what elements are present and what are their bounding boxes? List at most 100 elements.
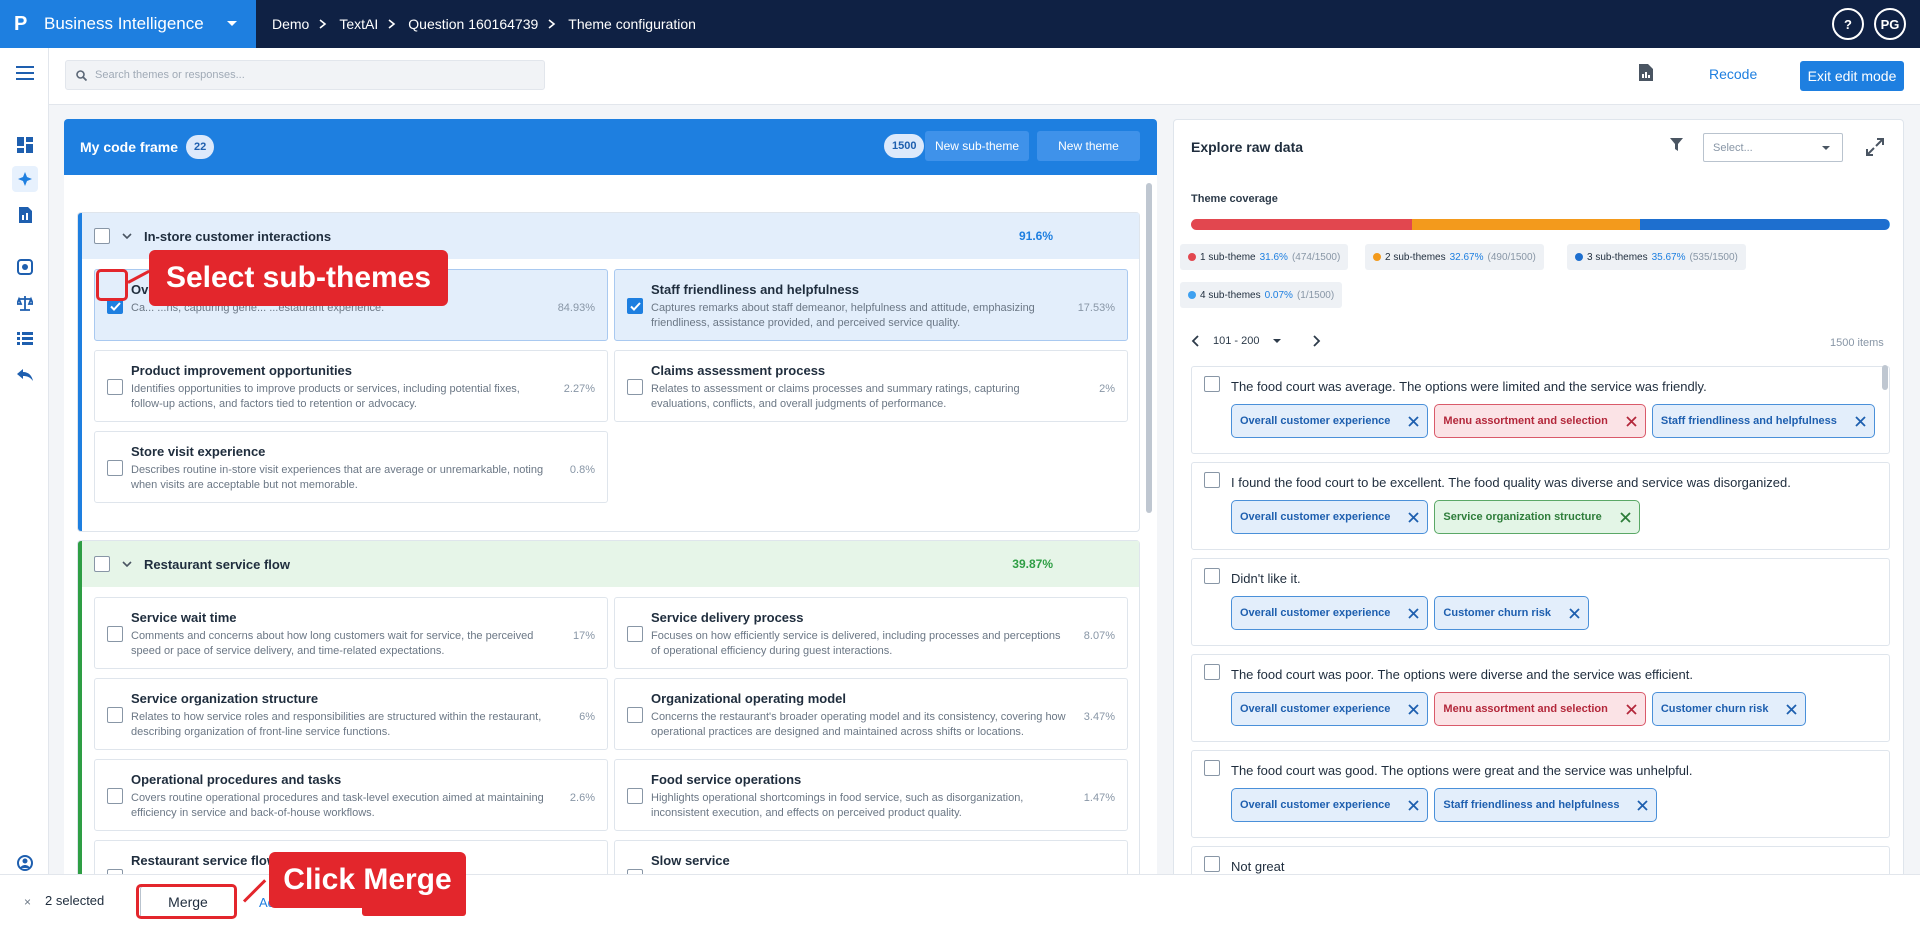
remove-tag-icon[interactable] [1408, 799, 1420, 811]
search-input[interactable]: Search themes or responses... [65, 60, 545, 90]
scrollbar[interactable] [1882, 365, 1888, 390]
remove-tag-icon[interactable] [1408, 511, 1420, 523]
remove-tag-icon[interactable] [1620, 511, 1631, 523]
scrollbar[interactable] [1146, 183, 1152, 513]
theme-tag[interactable]: Staff friendliness and helpfulness [1434, 788, 1658, 822]
subtheme-card[interactable]: Store visit experience Describes routine … [94, 431, 608, 503]
new-theme-button[interactable]: New theme [1037, 131, 1140, 161]
breadcrumb-item[interactable]: Question 160164739 [408, 16, 538, 32]
recode-button[interactable]: Recode [1709, 66, 1757, 82]
subtheme-checkbox[interactable] [627, 626, 643, 642]
text-ai-icon[interactable] [12, 166, 38, 192]
scale-icon[interactable] [12, 290, 38, 316]
subtheme-checkbox[interactable] [627, 707, 643, 723]
new-subtheme-button[interactable]: New sub-theme [925, 131, 1029, 161]
theme-tag[interactable]: Overall customer experience [1231, 596, 1429, 630]
subtheme-percentage: 0.8% [569, 464, 595, 476]
theme-checkbox[interactable] [94, 228, 110, 244]
theme-tag[interactable]: Overall customer experience [1231, 692, 1429, 726]
remove-tag-icon[interactable] [1626, 415, 1637, 427]
list-icon[interactable] [12, 326, 38, 352]
theme-tag[interactable]: Customer churn risk [1434, 596, 1590, 630]
theme-group: Restaurant service flow 39.87% Service wai… [78, 541, 1139, 879]
theme-checkbox[interactable] [94, 556, 110, 572]
subtheme-checkbox[interactable] [107, 379, 123, 395]
analysis-icon[interactable] [12, 254, 38, 280]
response-checkbox[interactable] [1204, 568, 1220, 584]
tag-label: Overall customer experience [1240, 799, 1391, 811]
theme-tag[interactable]: Menu assortment and selection [1434, 692, 1646, 726]
theme-tag[interactable]: Customer churn risk [1651, 692, 1807, 726]
legend-count: (535/1500) [1689, 251, 1738, 263]
remove-tag-icon[interactable] [1408, 415, 1420, 427]
theme-tag[interactable]: Menu assortment and selection [1434, 404, 1646, 438]
explore-panel: Explore raw data Select... Theme coverag… [1173, 119, 1904, 879]
breadcrumb-item[interactable]: Demo [272, 16, 309, 32]
report-icon[interactable] [12, 202, 38, 228]
theme-tag[interactable]: Service organization structure [1434, 500, 1640, 534]
response-checkbox[interactable] [1204, 664, 1220, 680]
help-icon[interactable]: ? [1832, 8, 1864, 40]
subtheme-card[interactable]: Service organization structure Relates to… [94, 678, 608, 750]
theme-header[interactable]: Restaurant service flow 39.87% [82, 541, 1139, 587]
subtheme-card[interactable]: Operational procedures and tasks Covers r… [94, 759, 608, 831]
expand-icon[interactable] [1866, 138, 1884, 156]
user-icon[interactable] [12, 850, 38, 876]
subtheme-card[interactable]: Food service operations Highlights operat… [614, 759, 1128, 831]
remove-tag-icon[interactable] [1637, 799, 1649, 811]
subtheme-card[interactable]: Claims assessment process Relates to asse… [614, 350, 1128, 422]
subtheme-checkbox[interactable] [627, 298, 643, 314]
dashboard-icon[interactable] [12, 132, 38, 158]
filter-icon[interactable] [1670, 138, 1683, 151]
remove-tag-icon[interactable] [1569, 607, 1580, 619]
remove-tag-icon[interactable] [1626, 703, 1637, 715]
theme-tag[interactable]: Overall customer experience [1231, 788, 1429, 822]
back-icon[interactable] [12, 362, 38, 388]
export-document-icon[interactable] [1639, 64, 1653, 81]
remove-tag-icon[interactable] [1408, 607, 1420, 619]
response-checkbox[interactable] [1204, 856, 1220, 872]
subtheme-description: Captures remarks about staff demeanor, h… [651, 302, 1035, 329]
legend-percentage: 32.67% [1449, 251, 1484, 263]
subtheme-checkbox[interactable] [107, 788, 123, 804]
caret-down-icon[interactable] [1273, 338, 1282, 344]
app-switcher[interactable]: P Business Intelligence [0, 0, 256, 48]
exit-edit-mode-button[interactable]: Exit edit mode [1800, 61, 1904, 91]
response-checkbox[interactable] [1204, 760, 1220, 776]
page-range[interactable]: 101 - 200 [1213, 335, 1259, 347]
response-checkbox[interactable] [1204, 472, 1220, 488]
chevron-down-icon[interactable] [122, 233, 132, 239]
theme-tag[interactable]: Overall customer experience [1231, 500, 1429, 534]
subtheme-card[interactable]: Service wait time Comments and concerns a… [94, 597, 608, 669]
subtheme-checkbox[interactable] [107, 707, 123, 723]
prev-page-icon[interactable] [1191, 335, 1199, 347]
coverage-segment [1640, 219, 1890, 230]
subtheme-title: Restaurant service flow [131, 853, 277, 868]
response-checkbox[interactable] [1204, 376, 1220, 392]
theme-tag[interactable]: Staff friendliness and helpfulness [1651, 404, 1875, 438]
tag-label: Overall customer experience [1240, 511, 1391, 523]
chevron-down-icon[interactable] [122, 561, 132, 567]
subtheme-card[interactable]: Product improvement opportunities Identif… [94, 350, 608, 422]
remove-tag-icon[interactable] [1408, 703, 1420, 715]
remove-tag-icon[interactable] [1786, 703, 1798, 715]
subtheme-description: Identifies opportunities to improve prod… [131, 383, 520, 410]
subtheme-card[interactable]: Service delivery process Focuses on how e… [614, 597, 1128, 669]
remove-tag-icon[interactable] [1855, 415, 1866, 427]
app-logo: P [14, 12, 28, 35]
subtheme-card[interactable]: Staff friendliness and helpfulness Captur… [614, 269, 1128, 341]
menu-icon[interactable] [12, 60, 38, 86]
theme-tag[interactable]: Overall customer experience [1231, 404, 1429, 438]
legend-count: (490/1500) [1487, 251, 1536, 263]
breadcrumb-item[interactable]: TextAI [339, 16, 378, 32]
subtheme-checkbox[interactable] [107, 460, 123, 476]
subtheme-checkbox[interactable] [627, 379, 643, 395]
subtheme-card[interactable]: Organizational operating model Concerns t… [614, 678, 1128, 750]
coverage-label: Theme coverage [1191, 193, 1278, 205]
subtheme-checkbox[interactable] [107, 626, 123, 642]
next-page-icon[interactable] [1313, 335, 1321, 347]
filter-select[interactable]: Select... [1703, 133, 1843, 162]
subtheme-checkbox[interactable] [627, 788, 643, 804]
clear-selection-icon[interactable]: × [24, 895, 31, 909]
user-avatar[interactable]: PG [1874, 8, 1906, 40]
